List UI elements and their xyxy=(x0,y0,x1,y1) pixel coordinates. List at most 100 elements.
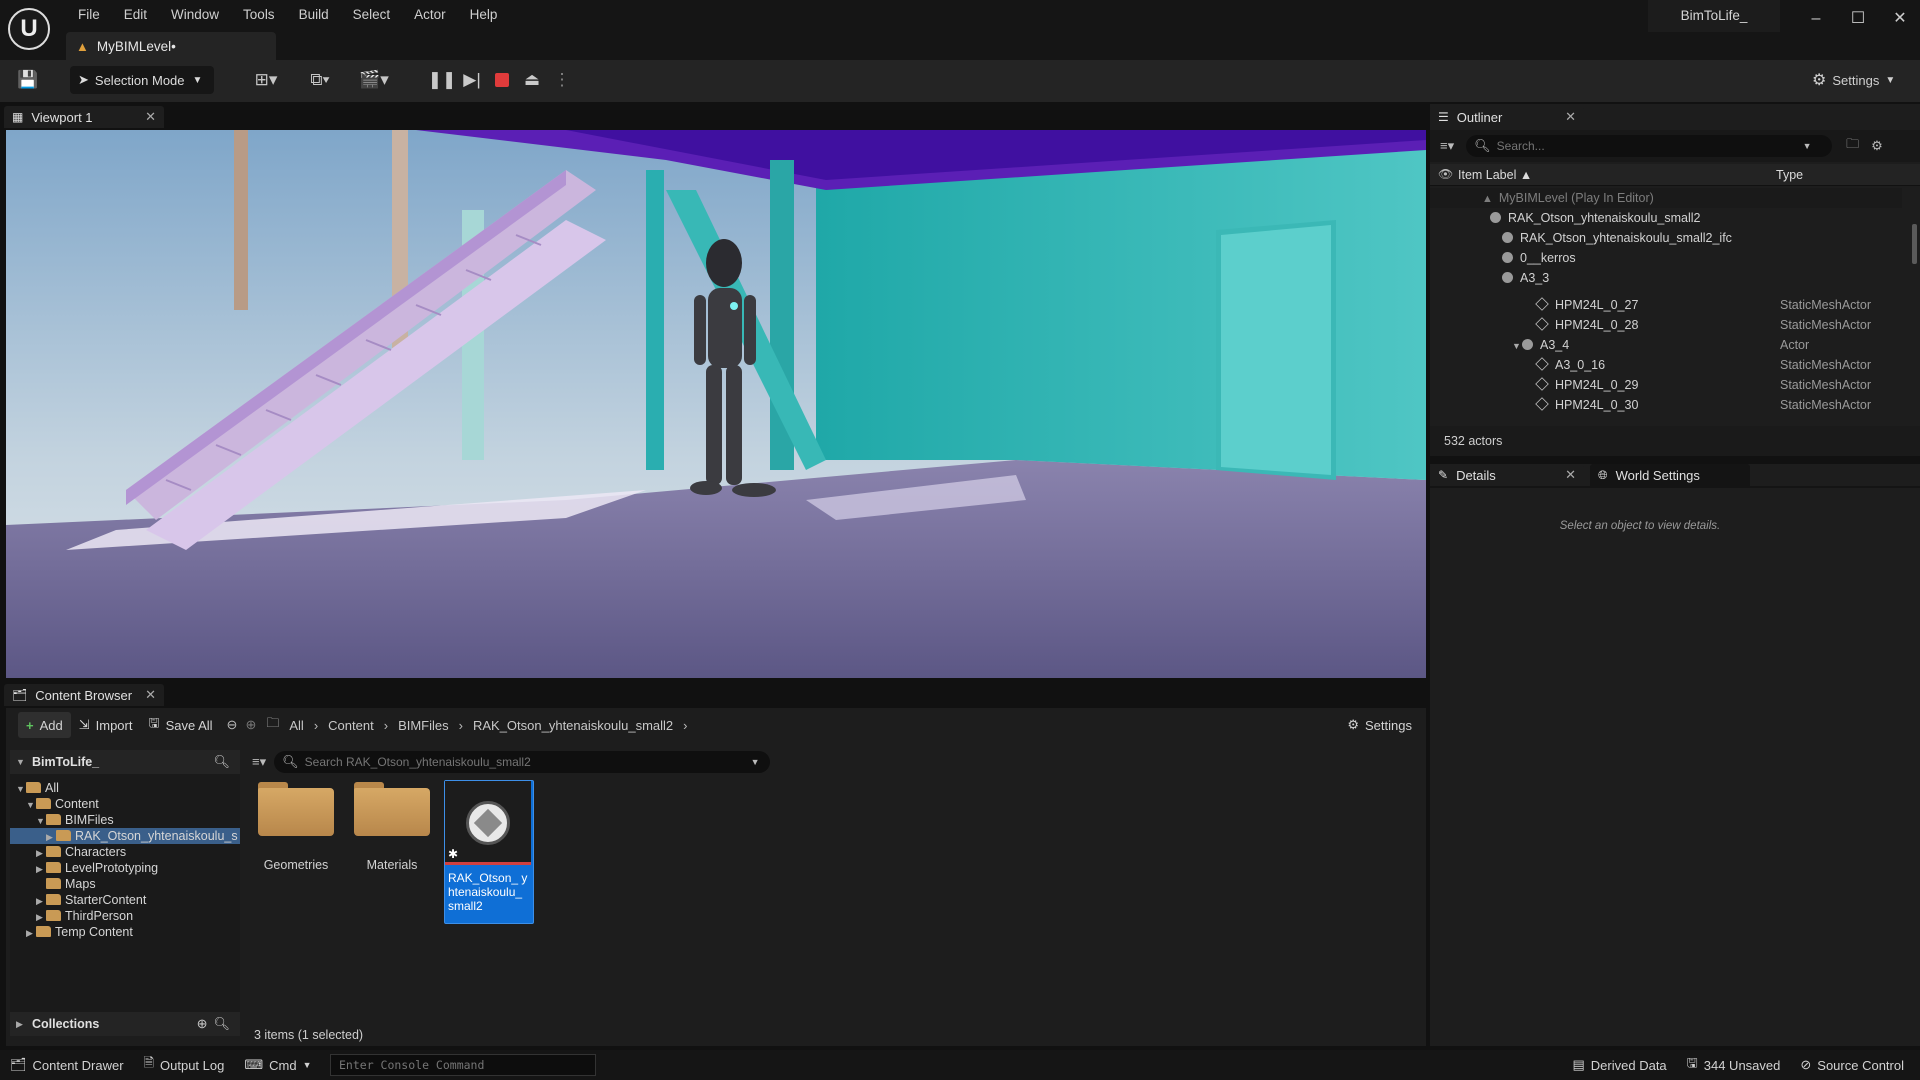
expand-arrow-icon[interactable]: ▼ xyxy=(1512,336,1522,356)
tab-details[interactable]: ✎ Details ✕ xyxy=(1430,464,1584,486)
add-collection-icon[interactable]: ⊕ xyxy=(197,1016,208,1032)
level-viewport[interactable] xyxy=(6,130,1426,678)
save-all-button[interactable]: 🖫 Save All xyxy=(140,712,220,738)
derived-data-button[interactable]: ▤ Derived Data xyxy=(1563,1050,1677,1080)
breadcrumb-all[interactable]: All xyxy=(289,718,303,733)
close-icon[interactable]: ✕ xyxy=(1565,109,1576,125)
menu-edit[interactable]: Edit xyxy=(112,4,159,26)
step-icon[interactable]: ▶| xyxy=(460,67,484,93)
tab-viewport-1[interactable]: ▦ Viewport 1 ✕ xyxy=(4,106,164,128)
unsaved-button[interactable]: 🖫 344 Unsaved xyxy=(1677,1050,1791,1080)
tree-item-all[interactable]: ▼ All xyxy=(16,780,59,796)
tree-item-maps[interactable]: Maps xyxy=(36,876,96,892)
content-drawer-button[interactable]: 🗂︎ Content Drawer xyxy=(0,1050,134,1080)
stop-icon[interactable] xyxy=(490,67,514,93)
maximize-icon[interactable]: ☐ xyxy=(1838,4,1878,34)
menu-select[interactable]: Select xyxy=(341,4,403,26)
outliner-row[interactable]: ▼ A3_4 Actor xyxy=(1430,335,1902,355)
filter-icon[interactable]: ≡▾ xyxy=(1440,138,1454,154)
gear-icon: ⚙ xyxy=(1347,717,1360,732)
menu-build[interactable]: Build xyxy=(287,4,341,26)
asset-folder-materials[interactable]: Materials xyxy=(348,782,436,872)
chevron-down-icon[interactable]: ▼ xyxy=(751,757,760,767)
outliner-row[interactable]: RAK_Otson_yhtenaiskoulu_small2_ifc xyxy=(1430,228,1902,248)
outliner-row[interactable]: 0__kerros xyxy=(1430,248,1902,268)
source-control-button[interactable]: ⊘ Source Control xyxy=(1790,1050,1914,1080)
outliner-row[interactable]: HPM24L_0_29 StaticMeshActor xyxy=(1430,375,1902,395)
menu-actor[interactable]: Actor xyxy=(402,4,458,26)
tree-item-startercontent[interactable]: ▶ StarterContent xyxy=(36,892,146,908)
outliner-row[interactable]: HPM24L_0_30 StaticMeshActor xyxy=(1430,395,1902,415)
add-actor-icon[interactable]: ⊞▾ xyxy=(246,70,286,90)
chevron-right-icon[interactable]: › xyxy=(314,718,318,733)
cinematics-icon[interactable]: 🎬▾ xyxy=(354,70,394,90)
outliner-row[interactable]: HPM24L_0_28 StaticMeshActor xyxy=(1430,315,1902,335)
save-icon[interactable]: 💾 xyxy=(16,70,40,90)
tab-world-settings[interactable]: 🌐︎ World Settings xyxy=(1590,464,1750,486)
chevron-right-icon[interactable]: › xyxy=(683,718,687,733)
forward-icon[interactable]: ⊕ xyxy=(245,717,256,733)
asset-rak-small2-selected[interactable]: ✱ RAK_Otson_ yhtenaiskoulu_ small2 xyxy=(444,780,534,924)
asset-search[interactable]: 🔍︎ ▼ xyxy=(274,751,771,773)
outliner-row[interactable]: ▲ MyBIMLevel (Play In Editor) xyxy=(1430,188,1902,208)
tree-item-rak-folder[interactable]: ▶ RAK_Otson_yhtenaiskoulu_s xyxy=(10,828,240,844)
gear-icon[interactable]: ⚙ xyxy=(1871,138,1883,154)
pause-icon[interactable]: ❚❚ xyxy=(428,67,457,93)
eye-icon[interactable]: 👁︎ xyxy=(1438,167,1453,181)
tab-content-browser[interactable]: 🗂︎ Content Browser ✕ xyxy=(4,684,164,706)
collections-header[interactable]: ▶ Collections ⊕ 🔍︎ xyxy=(10,1012,240,1036)
tree-item-levelprototyping[interactable]: ▶ LevelPrototyping xyxy=(36,860,158,876)
asset-search-input[interactable] xyxy=(304,755,745,769)
menu-window[interactable]: Window xyxy=(159,4,231,26)
eject-icon[interactable]: ⏏ xyxy=(520,67,544,93)
breadcrumb-bimfiles[interactable]: BIMFiles xyxy=(398,718,449,733)
filter-icon[interactable]: ≡▾ xyxy=(252,754,266,770)
more-options-icon[interactable]: ⋮ xyxy=(550,67,574,93)
breadcrumb-content[interactable]: Content xyxy=(328,718,374,733)
close-icon[interactable]: ✕ xyxy=(1880,4,1920,34)
breadcrumb-rak-folder[interactable]: RAK_Otson_yhtenaiskoulu_small2 xyxy=(473,718,673,733)
outliner-row[interactable]: HPM24L_0_27 StaticMeshActor xyxy=(1430,295,1902,315)
settings-button[interactable]: ⚙ Settings ▼ xyxy=(1812,68,1895,92)
outliner-row[interactable]: A3_0_16 StaticMeshActor xyxy=(1430,355,1902,375)
add-button[interactable]: + Add xyxy=(18,712,71,738)
menu-tools[interactable]: Tools xyxy=(231,4,287,26)
asset-folder-geometries[interactable]: Geometries xyxy=(252,782,340,872)
close-icon[interactable]: ✕ xyxy=(145,687,156,703)
cmd-dropdown[interactable]: ⌨ Cmd ▼ xyxy=(234,1050,321,1080)
col-type[interactable]: Type xyxy=(1776,168,1803,182)
chevron-down-icon[interactable]: ▼ xyxy=(1803,141,1812,151)
col-item-label[interactable]: Item Label ▲ xyxy=(1458,168,1532,182)
back-icon[interactable]: ⊖ xyxy=(227,717,238,733)
tree-item-characters[interactable]: ▶ Characters xyxy=(36,844,126,860)
chevron-right-icon[interactable]: › xyxy=(384,718,388,733)
content-settings-button[interactable]: ⚙ Settings xyxy=(1339,712,1420,738)
close-icon[interactable]: ✕ xyxy=(145,109,156,125)
tree-item-thirdperson[interactable]: ▶ ThirdPerson xyxy=(36,908,133,924)
outliner-row[interactable]: RAK_Otson_yhtenaiskoulu_small2 xyxy=(1430,208,1902,228)
tree-item-temp-content[interactable]: ▶ Temp Content xyxy=(26,924,133,940)
add-folder-icon[interactable]: 🗀 xyxy=(1846,135,1859,157)
minimize-icon[interactable]: – xyxy=(1796,4,1836,34)
search-icon[interactable]: 🔍︎ xyxy=(213,754,230,770)
outliner-scrollbar[interactable] xyxy=(1912,224,1917,264)
level-tab[interactable]: ▲ MyBIMLevel• xyxy=(66,32,276,60)
blueprint-icon[interactable]: ⧉▾ xyxy=(300,70,340,90)
outliner-row[interactable]: A3_3 xyxy=(1430,268,1902,288)
tab-outliner[interactable]: ☰ Outliner ✕ xyxy=(1430,106,1584,128)
outliner-search-input[interactable] xyxy=(1496,139,1797,153)
output-log-button[interactable]: 🗎 Output Log xyxy=(134,1050,235,1080)
outliner-search[interactable]: 🔍︎ ▼ xyxy=(1466,135,1833,157)
tree-item-bimfiles[interactable]: ▼ BIMFiles xyxy=(36,812,114,828)
selection-mode-dropdown[interactable]: ➤ Selection Mode ▼ xyxy=(70,66,214,94)
console-command-input[interactable] xyxy=(330,1054,596,1076)
tree-item-content[interactable]: ▼ Content xyxy=(26,796,99,812)
tree-root-header[interactable]: ▼ BimToLife_ 🔍︎ xyxy=(10,750,240,774)
import-button[interactable]: ⇲ Import xyxy=(71,712,141,738)
close-icon[interactable]: ✕ xyxy=(1565,467,1576,483)
chevron-right-icon[interactable]: › xyxy=(459,718,463,733)
menu-help[interactable]: Help xyxy=(458,4,510,26)
unreal-logo-icon[interactable]: U xyxy=(8,8,50,50)
menu-file[interactable]: File xyxy=(66,4,112,26)
search-icon[interactable]: 🔍︎ xyxy=(213,1016,230,1032)
